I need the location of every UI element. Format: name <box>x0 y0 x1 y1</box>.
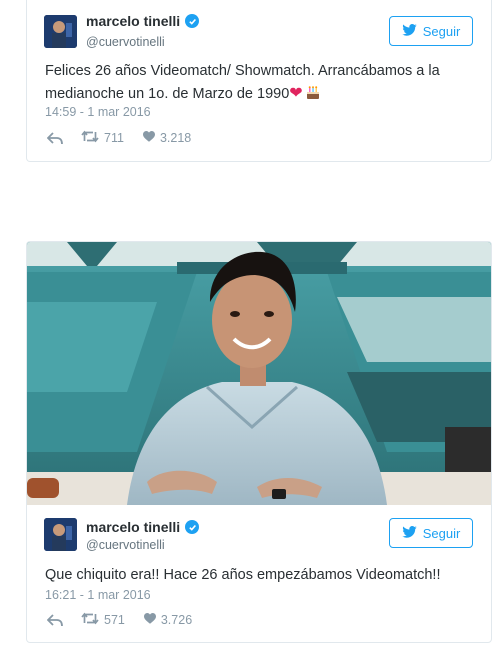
retweet-icon <box>81 130 99 146</box>
avatar[interactable] <box>44 518 77 551</box>
tweet-actions: 571 3.726 <box>45 612 192 628</box>
twitter-bird-icon <box>402 23 417 39</box>
tweet-text: Que chiquito era!! Hace 26 años empezába… <box>45 567 441 583</box>
tweet-text: Felices 26 años Videomatch/ Showmatch. A… <box>45 61 477 107</box>
avatar[interactable] <box>44 15 77 48</box>
author-handle[interactable]: @cuervotinelli <box>86 538 165 552</box>
retweet-button[interactable]: 711 <box>81 130 124 146</box>
author-name-text[interactable]: marcelo tinelli <box>86 519 180 535</box>
like-count: 3.726 <box>160 613 193 627</box>
retweet-button[interactable]: 571 <box>81 612 125 628</box>
retweet-icon <box>81 612 99 628</box>
like-button[interactable]: 3.218 <box>142 131 192 145</box>
tweet-photo[interactable] <box>27 242 491 505</box>
like-count: 3.218 <box>159 131 192 145</box>
cake-icon <box>305 85 321 107</box>
author-name[interactable]: marcelo tinelli <box>86 519 200 535</box>
heart-emoji: ❤ <box>289 83 303 102</box>
follow-button[interactable]: Seguir <box>389 518 473 548</box>
twitter-bird-icon <box>402 525 417 541</box>
tweet-timestamp[interactable]: 16:21 - 1 mar 2016 <box>45 588 151 602</box>
reply-icon[interactable] <box>47 131 63 145</box>
follow-button[interactable]: Seguir <box>389 16 473 46</box>
follow-label[interactable]: Seguir <box>423 24 461 39</box>
like-icon <box>142 131 155 145</box>
like-icon <box>143 613 156 627</box>
tweet-card-2: marcelo tinelli @cuervotinelli Seguir Qu… <box>26 241 492 643</box>
retweet-count: 711 <box>104 131 124 145</box>
like-button[interactable]: 3.726 <box>143 613 193 627</box>
retweet-count: 571 <box>104 613 125 627</box>
author-handle[interactable]: @cuervotinelli <box>86 35 165 49</box>
author-name[interactable]: marcelo tinelli <box>86 13 200 29</box>
verified-icon <box>185 14 200 28</box>
follow-label[interactable]: Seguir <box>423 526 461 541</box>
reply-icon[interactable] <box>47 613 63 627</box>
tweet-actions: 711 3.218 <box>45 130 191 146</box>
tweet-card-1: marcelo tinelli @cuervotinelli Seguir Fe… <box>26 0 492 162</box>
tweet-text-content: Felices 26 años Videomatch/ Showmatch. A… <box>45 63 440 102</box>
tweet-timestamp[interactable]: 14:59 - 1 mar 2016 <box>45 105 151 119</box>
verified-icon <box>185 520 200 534</box>
author-name-text[interactable]: marcelo tinelli <box>86 13 180 29</box>
